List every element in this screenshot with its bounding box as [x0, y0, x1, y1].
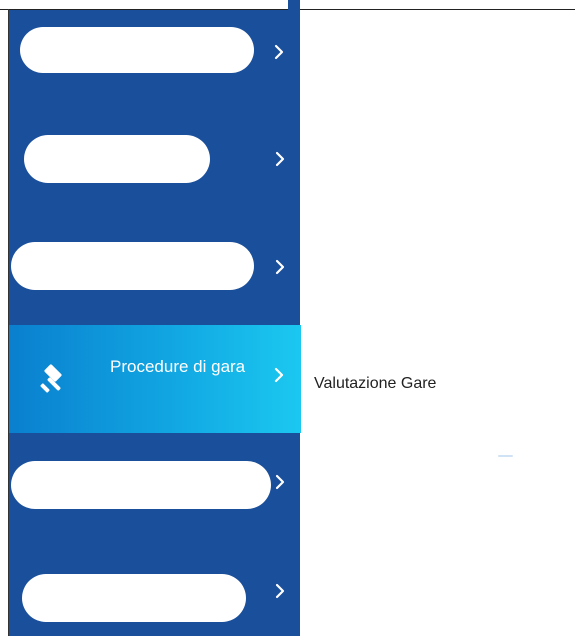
decorative-mark	[300, 27, 304, 35]
chevron-right-icon	[270, 257, 290, 277]
chevron-right-icon	[270, 581, 290, 601]
sidebar-item-1[interactable]	[9, 10, 300, 115]
chevron-right-icon	[270, 149, 290, 169]
sidebar-item-5[interactable]	[9, 433, 300, 533]
redacted-label	[20, 27, 254, 73]
chevron-right-icon	[269, 42, 289, 62]
sidebar-item-6[interactable]	[9, 533, 300, 636]
decorative-mark	[498, 455, 513, 457]
submenu-item-valutazione-gare[interactable]: Valutazione Gare	[314, 375, 436, 393]
gavel-icon	[37, 361, 71, 395]
sidebar-top-edge	[288, 0, 300, 10]
sidebar-item-3[interactable]	[9, 225, 300, 325]
redacted-label	[11, 461, 271, 509]
sidebar-item-procedure-di-gara[interactable]: Procedure di gara	[9, 325, 301, 433]
redacted-label	[11, 242, 254, 290]
sidebar-item-2[interactable]	[9, 115, 300, 225]
sidebar-item-label: Procedure di gara	[110, 357, 246, 376]
chevron-right-icon	[269, 365, 289, 385]
sidebar-nav	[9, 10, 300, 636]
chevron-right-icon	[270, 472, 290, 492]
redacted-label	[24, 135, 210, 183]
redacted-label	[22, 574, 246, 622]
